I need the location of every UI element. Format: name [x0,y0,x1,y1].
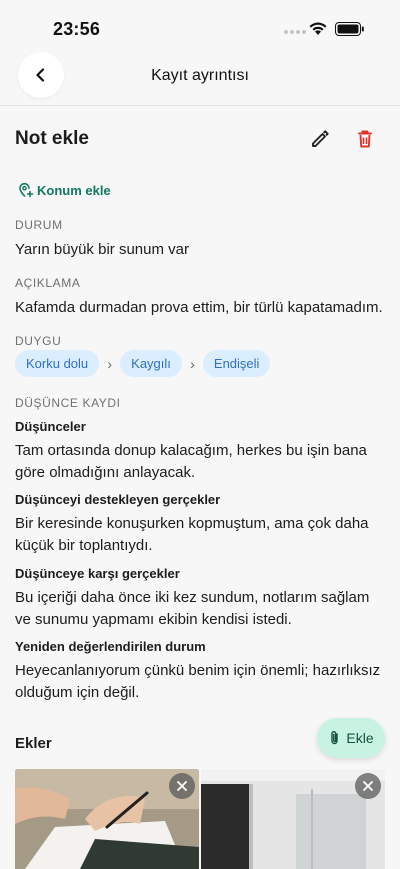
emotion-chips: Korku dolu › Kaygılı › Endişeli [15,350,271,377]
add-location-link[interactable]: Konum ekle [18,182,111,198]
situation-text: Yarın büyük bir sunum var [15,241,189,258]
close-icon [363,781,373,791]
remove-attachment-button[interactable] [169,773,195,799]
cellular-icon [284,30,306,34]
against-facts-title: Düşünceye karşı gerçekler [15,566,180,581]
add-attachment-label: Ekle [346,730,374,746]
add-attachment-button[interactable]: Ekle [317,718,385,758]
against-facts-text: Bu içeriği daha önce iki kez sundum, not… [15,589,370,628]
add-location-label: Konum ekle [37,182,111,198]
edit-button[interactable] [309,128,331,150]
thought-record-label: DÜŞÜNCE KAYDI [15,396,121,410]
emotion-label: DUYGU [15,334,62,348]
supporting-facts-title: Düşünceyi destekleyen gerçekler [15,492,221,507]
status-bar: 23:56 [0,0,400,52]
battery-icon [335,22,364,36]
chevron-right-icon: › [107,355,112,372]
location-add-icon [19,182,34,198]
nav-bar: Kayıt ayrıntısı [0,52,400,106]
emotion-chip[interactable]: Korku dolu [15,350,100,377]
reassessed-title: Yeniden değerlendirilen durum [15,639,206,654]
wifi-icon [309,22,327,35]
thoughts-text: Tam ortasında donup kalacağım, herkes bu… [15,442,367,481]
supporting-facts-text: Bir keresinde konuşurken kopmuştum, ama … [15,515,369,554]
status-time: 23:56 [53,19,101,39]
remove-attachment-button[interactable] [355,773,381,799]
close-icon [177,781,187,791]
paperclip-icon [331,731,339,745]
emotion-chip[interactable]: Kaygılı [120,350,182,377]
reassessed-text: Heyecanlanıyorum çünkü benim için önemli… [15,662,381,701]
attachment-image[interactable] [201,769,385,869]
description-text: Kafamda durmadan prova ettim, bir türlü … [15,299,383,316]
attachments-title: Ekler [15,735,52,752]
thoughts-title: Düşünceler [15,419,86,434]
pencil-icon [312,130,329,147]
note-header: Not ekle [15,128,385,152]
chevron-right-icon: › [190,355,195,372]
trash-icon [358,130,372,148]
situation-label: DURUM [15,218,63,232]
description-label: AÇIKLAMA [15,276,81,290]
page-title: Kayıt ayrıntısı [151,67,249,84]
attachment-image[interactable] [15,769,199,869]
emotion-chip[interactable]: Endişeli [202,350,271,377]
delete-button[interactable] [354,128,376,150]
